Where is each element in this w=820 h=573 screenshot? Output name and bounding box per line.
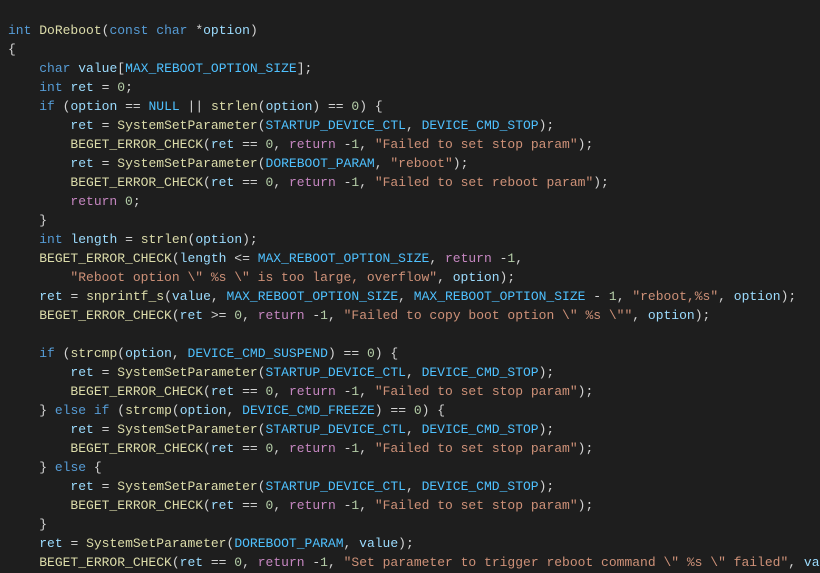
line: }: [8, 517, 47, 532]
line: return 0;: [8, 194, 141, 209]
line: ret = snprintf_s(value, MAX_REBOOT_OPTIO…: [8, 289, 796, 304]
line: ret = SystemSetParameter(STARTUP_DEVICE_…: [8, 118, 554, 133]
line: BEGET_ERROR_CHECK(ret == 0, return -1, "…: [8, 137, 593, 152]
line: BEGET_ERROR_CHECK(ret == 0, return -1, "…: [8, 175, 609, 190]
line: BEGET_ERROR_CHECK(ret == 0, return -1, "…: [8, 384, 593, 399]
line: ret = SystemSetParameter(STARTUP_DEVICE_…: [8, 365, 554, 380]
line: if (option == NULL || strlen(option) == …: [8, 99, 383, 114]
line: int DoReboot(const char *option): [8, 23, 258, 38]
line: BEGET_ERROR_CHECK(ret >= 0, return -1, "…: [8, 308, 710, 323]
line: ret = SystemSetParameter(DOREBOOT_PARAM,…: [8, 536, 414, 551]
line: } else {: [8, 460, 102, 475]
line: BEGET_ERROR_CHECK(length <= MAX_REBOOT_O…: [8, 251, 523, 266]
line: {: [8, 42, 16, 57]
line: "Reboot option \" %s \" is too large, ov…: [8, 270, 515, 285]
line: if (strcmp(option, DEVICE_CMD_SUSPEND) =…: [8, 346, 398, 361]
line: ret = SystemSetParameter(STARTUP_DEVICE_…: [8, 422, 554, 437]
line: int length = strlen(option);: [8, 232, 258, 247]
line: char value[MAX_REBOOT_OPTION_SIZE];: [8, 61, 312, 76]
line: BEGET_ERROR_CHECK(ret == 0, return -1, "…: [8, 498, 593, 513]
code-editor[interactable]: int DoReboot(const char *option) { char …: [0, 19, 820, 573]
line: }: [8, 213, 47, 228]
line: ret = SystemSetParameter(STARTUP_DEVICE_…: [8, 479, 554, 494]
line: } else if (strcmp(option, DEVICE_CMD_FRE…: [8, 403, 445, 418]
line: ret = SystemSetParameter(DOREBOOT_PARAM,…: [8, 156, 468, 171]
line: BEGET_ERROR_CHECK(ret == 0, return -1, "…: [8, 441, 593, 456]
line: int ret = 0;: [8, 80, 133, 95]
line: BEGET_ERROR_CHECK(ret == 0, return -1, "…: [8, 555, 820, 570]
